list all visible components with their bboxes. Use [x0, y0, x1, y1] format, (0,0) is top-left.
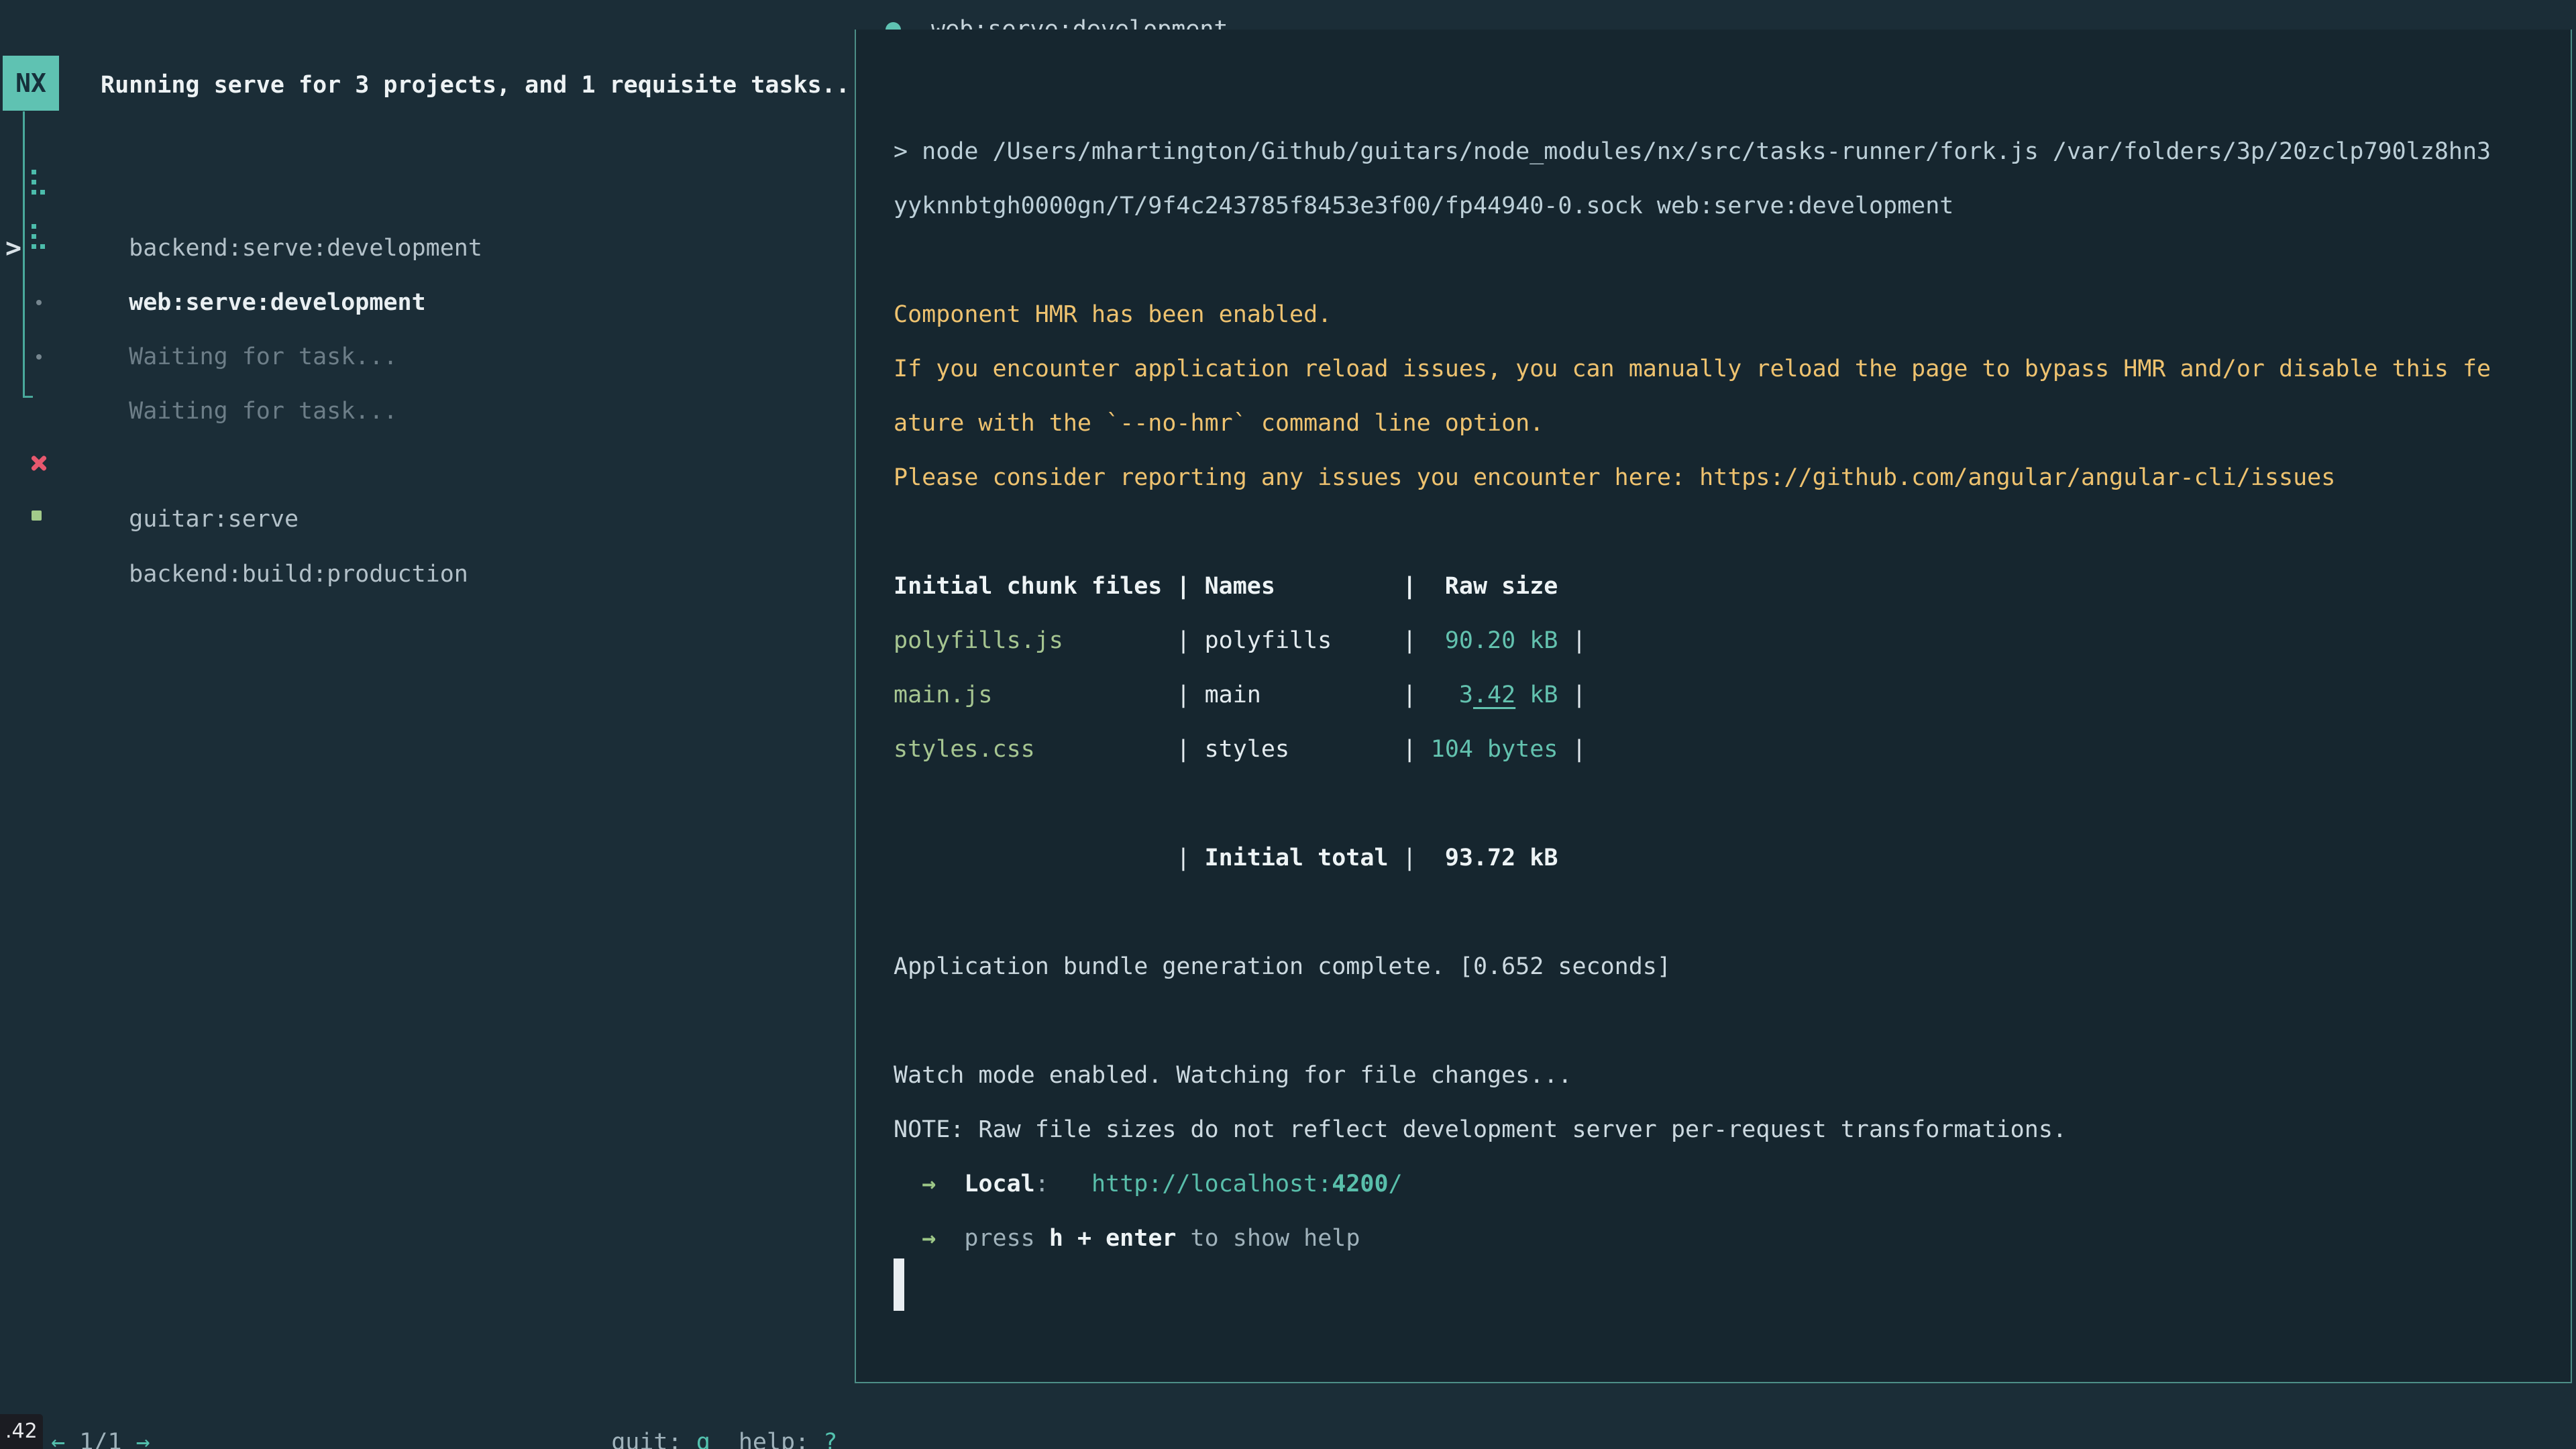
terminal-text-segment: | polyfills |: [1063, 627, 1417, 654]
terminal-text-segment: |: [1558, 736, 1586, 763]
local-url-port[interactable]: 4200: [1332, 1171, 1388, 1197]
terminal-text-segment: yyknnbtgh0000gn/T/9f4c243785f8453e3f00/f…: [894, 193, 1953, 219]
terminal-line: ature with the `--no-hmr` command line o…: [894, 396, 1544, 451]
terminal-line: Component HMR has been enabled.: [894, 288, 1332, 342]
help-bar: quit: q help: ?: [583, 1361, 837, 1415]
local-url-link[interactable]: /: [1389, 1171, 1403, 1197]
help-label: help:: [710, 1429, 824, 1449]
pager-next-arrow-icon[interactable]: →: [136, 1429, 150, 1449]
pager-page-indicator: 1/1: [65, 1429, 136, 1449]
terminal-text-segment: styles.css: [894, 736, 1035, 763]
terminal-text-segment: | main |: [993, 682, 1417, 708]
task-success-icon: [32, 511, 42, 521]
sidebar-task-row[interactable]: Waiting for task...: [101, 330, 398, 384]
task-label: Waiting for task...: [129, 398, 397, 425]
terminal-text-segment: [936, 1225, 964, 1252]
terminal-line: NOTE: Raw file sizes do not reflect deve…: [894, 1103, 2067, 1157]
hover-link-tooltip: .42: [0, 1414, 43, 1449]
quit-label: quit:: [611, 1429, 696, 1449]
sidebar-task-row[interactable]: backend:serve:development: [101, 167, 482, 221]
pager: ← 1/1 →: [23, 1361, 150, 1415]
terminal-text-segment: [894, 1225, 922, 1252]
terminal-text-segment: > node /Users/mhartington/Github/guitars…: [894, 138, 2491, 165]
terminal-line: → Local: http://localhost:4200/: [894, 1157, 1403, 1212]
task-tree-guide-line: [23, 111, 25, 397]
terminal-text-segment: |: [1558, 627, 1586, 654]
terminal-text-segment: |: [894, 845, 1205, 871]
pending-dot-icon: [36, 300, 42, 305]
terminal-text-segment: kB: [1515, 682, 1558, 708]
terminal-line: | Initial total | 93.72 kB: [894, 831, 1558, 885]
terminal-line: Watch mode enabled. Watching for file ch…: [894, 1049, 1572, 1103]
terminal-text-segment: 3: [1417, 682, 1473, 708]
nx-logo-badge: NX: [3, 56, 59, 111]
terminal-text-segment: to show help: [1176, 1225, 1360, 1252]
terminal-line: > node /Users/mhartington/Github/guitars…: [894, 125, 2491, 179]
terminal-text-segment: | styles |: [1035, 736, 1417, 763]
terminal-text-segment: 93.72 kB: [1445, 845, 1558, 871]
run-summary-title: Running serve for 3 projects, and 1 requ…: [101, 58, 850, 113]
terminal-line: main.js | main | 3.42 kB |: [894, 668, 1587, 722]
terminal-line: → press h + enter to show help: [894, 1212, 1360, 1266]
terminal-line: Initial chunk files | Names | Raw size: [894, 559, 1558, 614]
terminal-line: Application bundle generation complete. …: [894, 940, 1671, 994]
terminal-text-segment: ature with the `--no-hmr` command line o…: [894, 410, 1544, 437]
terminal-text-segment: Application bundle generation complete. …: [894, 953, 1671, 980]
terminal-text-segment: press: [964, 1225, 1049, 1252]
terminal-output[interactable]: > node /Users/mhartington/Github/guitars…: [855, 30, 2572, 1383]
terminal-text-segment: Initial total: [1205, 845, 1389, 871]
quit-key-hint: q: [696, 1429, 710, 1449]
terminal-text-segment: NOTE: Raw file sizes do not reflect deve…: [894, 1116, 2067, 1143]
spinner-icon: [32, 170, 45, 197]
help-key-hint: ?: [823, 1429, 837, 1449]
sidebar-task-row[interactable]: Waiting for task...: [101, 276, 398, 330]
terminal-text-segment: Watch mode enabled. Watching for file ch…: [894, 1062, 1572, 1089]
local-arrow-icon: →: [922, 1171, 936, 1197]
task-tree-guide-foot: [23, 396, 33, 398]
terminal-text-segment: .42: [1473, 682, 1515, 708]
terminal-text-segment: :: [1035, 1171, 1091, 1197]
terminal-text-segment: main.js: [894, 682, 993, 708]
task-failed-icon: [30, 453, 48, 472]
terminal-text-segment: [894, 1171, 922, 1197]
pending-dot-icon: [36, 354, 42, 360]
terminal-text-segment: |: [1558, 682, 1586, 708]
selected-task-chevron-icon: >: [5, 221, 21, 276]
terminal-text-segment: polyfills.js: [894, 627, 1063, 654]
terminal-line: styles.css | styles | 104 bytes |: [894, 722, 1587, 777]
terminal-text-segment: Component HMR has been enabled.: [894, 301, 1332, 328]
sidebar-task-row[interactable]: guitar:serve: [101, 438, 299, 492]
terminal-text-segment: Please consider reporting any issues you…: [894, 464, 2335, 491]
terminal-text-segment: Local: [964, 1171, 1034, 1197]
terminal-text-segment: 90.20 kB: [1417, 627, 1558, 654]
terminal-text-segment: h + enter: [1049, 1225, 1177, 1252]
sidebar-task-row[interactable]: backend:build:production: [101, 493, 468, 547]
pager-prev-arrow-icon[interactable]: ←: [51, 1429, 65, 1449]
spinner-icon: [32, 224, 45, 251]
help-arrow-icon: →: [922, 1225, 936, 1252]
terminal-text-segment: Initial chunk files | Names | Raw size: [894, 573, 1558, 600]
terminal-line: If you encounter application reload issu…: [894, 342, 2491, 396]
local-url-link[interactable]: http://localhost:: [1091, 1171, 1332, 1197]
terminal-text-segment: If you encounter application reload issu…: [894, 356, 2491, 382]
terminal-text-segment: [936, 1171, 964, 1197]
terminal-line: yyknnbtgh0000gn/T/9f4c243785f8453e3f00/f…: [894, 179, 1953, 233]
terminal-line: polyfills.js | polyfills | 90.20 kB |: [894, 614, 1587, 668]
terminal-text-segment: |: [1389, 845, 1445, 871]
sidebar-task-row-selected[interactable]: web:serve:development: [101, 221, 426, 276]
task-label: backend:build:production: [129, 561, 468, 588]
terminal-text-segment: 104 bytes: [1417, 736, 1558, 763]
terminal-cursor: [894, 1258, 904, 1311]
terminal-line: Please consider reporting any issues you…: [894, 451, 2335, 505]
